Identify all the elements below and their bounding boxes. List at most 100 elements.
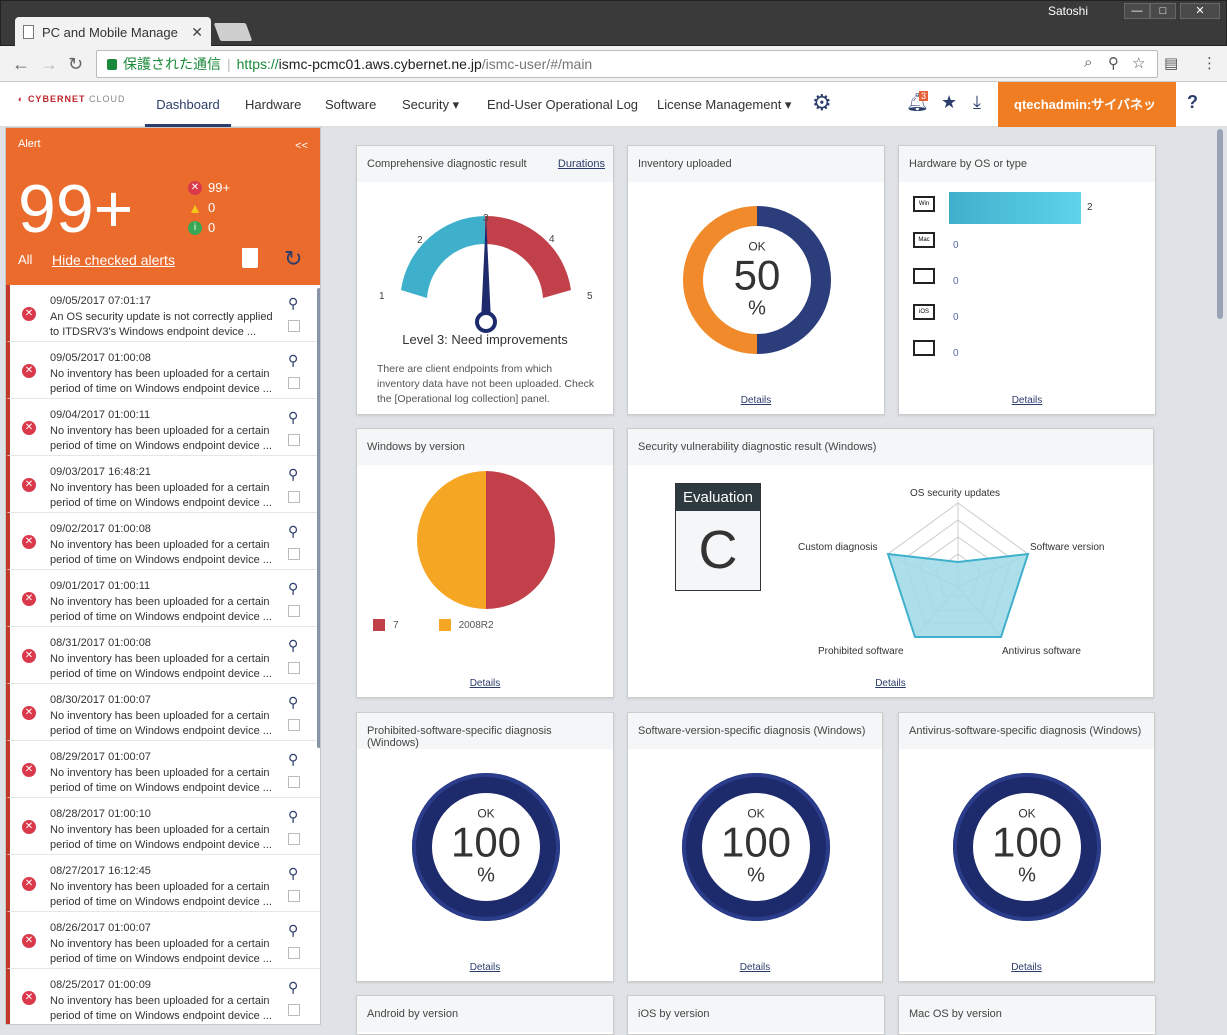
url-protocol: https://: [236, 56, 279, 72]
logo[interactable]: ◐ CYBERNET CLOUD: [18, 94, 125, 104]
alert-datetime: 09/05/2017 01:00:08: [50, 352, 151, 364]
bookmark-star-icon[interactable]: ☆: [1132, 54, 1145, 72]
details-link[interactable]: Details: [628, 678, 1153, 689]
nav-software[interactable]: Software: [325, 82, 376, 127]
alert-checkbox[interactable]: [288, 377, 300, 389]
alert-item[interactable]: ✕ 09/05/2017 07:01:17 An OS security updat…: [6, 285, 320, 342]
forward-icon[interactable]: →: [40, 54, 58, 75]
info-count[interactable]: i0: [188, 220, 215, 235]
nav-license[interactable]: License Management ▾: [657, 82, 791, 127]
browser-tab[interactable]: PC and Mobile Manage ✕: [15, 17, 211, 47]
alert-item[interactable]: ✕ 09/01/2017 01:00:11 No inventory has bee…: [6, 570, 320, 627]
panel-title: Hardware by OS or type: [909, 158, 1027, 170]
search-icon[interactable]: ⚲: [288, 580, 298, 597]
search-icon[interactable]: ⚲: [288, 751, 298, 768]
alert-item[interactable]: ✕ 09/05/2017 01:00:08 No inventory has bee…: [6, 342, 320, 399]
alert-item[interactable]: ✕ 08/25/2017 01:00:09 No inventory has bee…: [6, 969, 320, 1024]
maximize-button[interactable]: □: [1150, 3, 1176, 19]
details-link[interactable]: Details: [357, 678, 613, 689]
alert-checkbox[interactable]: [288, 719, 300, 731]
settings-gear-icon[interactable]: ⚙: [812, 90, 832, 116]
alert-checkbox[interactable]: [288, 947, 300, 959]
reload-icon[interactable]: ↻: [68, 54, 83, 75]
radar-axis-label: Antivirus software: [1002, 646, 1081, 657]
download-icon[interactable]: ⤓: [973, 92, 981, 113]
search-icon[interactable]: ⚲: [288, 352, 298, 369]
alert-item[interactable]: ✕ 09/02/2017 01:00:08 No inventory has bee…: [6, 513, 320, 570]
error-count[interactable]: ✕ 99+: [188, 180, 230, 195]
search-icon[interactable]: ⚲: [288, 922, 298, 939]
panel-title: Prohibited-software-specific diagnosis (…: [367, 725, 552, 749]
back-icon[interactable]: ←: [12, 54, 30, 75]
alert-item[interactable]: ✕ 08/28/2017 01:00:10 No inventory has bee…: [6, 798, 320, 855]
search-icon[interactable]: ⚲: [288, 694, 298, 711]
search-icon[interactable]: ⚲: [288, 979, 298, 996]
search-icon[interactable]: ⚲: [288, 466, 298, 483]
favorites-star-icon[interactable]: ★: [941, 92, 957, 113]
alert-item[interactable]: ✕ 08/30/2017 01:00:07 No inventory has bee…: [6, 684, 320, 741]
alert-item[interactable]: ✕ 09/03/2017 16:48:21 No inventory has bee…: [6, 456, 320, 513]
details-link[interactable]: Details: [357, 962, 613, 973]
alert-item[interactable]: ✕ 08/27/2017 16:12:45 No inventory has bee…: [6, 855, 320, 912]
error-icon: ✕: [22, 820, 36, 834]
alert-checkbox[interactable]: [288, 1004, 300, 1016]
help-icon[interactable]: ?: [1187, 92, 1198, 113]
minimize-button[interactable]: —: [1124, 3, 1150, 19]
address-bar[interactable]: 保護された通信 | https://ismc-pcmc01.aws.cybern…: [96, 50, 1158, 78]
sidebar-scrollbar[interactable]: [317, 288, 320, 748]
alert-checkbox[interactable]: [288, 548, 300, 560]
alert-item[interactable]: ✕ 09/04/2017 01:00:11 No inventory has bee…: [6, 399, 320, 456]
details-link[interactable]: Details: [628, 962, 882, 973]
nav-hardware[interactable]: Hardware: [245, 82, 301, 127]
collapse-sidebar-button[interactable]: <<: [295, 140, 308, 152]
panel-title: Software-version-specific diagnosis (Win…: [638, 725, 866, 737]
secure-label: 保護された通信: [123, 56, 221, 72]
alert-total: 99+: [18, 171, 134, 247]
profile-name[interactable]: Satoshi: [1048, 4, 1088, 18]
search-icon[interactable]: ⚲: [288, 637, 298, 654]
alert-datetime: 09/02/2017 01:00:08: [50, 523, 151, 535]
alert-item[interactable]: ✕ 08/26/2017 01:00:07 No inventory has bee…: [6, 912, 320, 969]
alert-checkbox[interactable]: [288, 662, 300, 674]
zoom-icon[interactable]: ⌕: [1084, 54, 1092, 71]
search-icon[interactable]: ⚲: [288, 808, 298, 825]
extension-icon[interactable]: ⚲: [1108, 54, 1119, 72]
alert-item[interactable]: ✕ 08/29/2017 01:00:07 No inventory has bee…: [6, 741, 320, 798]
details-link[interactable]: Details: [899, 962, 1154, 973]
details-link[interactable]: Details: [628, 395, 884, 406]
warning-count[interactable]: ▲ 0: [188, 200, 215, 215]
alert-checkbox[interactable]: [288, 491, 300, 503]
panel-inventory-uploaded: Inventory uploaded OK 50% Details: [627, 145, 885, 415]
search-icon[interactable]: ⚲: [288, 523, 298, 540]
close-tab-icon[interactable]: ✕: [191, 24, 203, 41]
search-icon[interactable]: ⚲: [288, 295, 298, 312]
alert-checkbox[interactable]: [288, 605, 300, 617]
alert-checkbox[interactable]: [288, 890, 300, 902]
menu-icon[interactable]: ⋮: [1202, 54, 1217, 72]
hide-checked-alerts-link[interactable]: Hide checked alerts: [52, 252, 175, 268]
lock-icon: [107, 58, 117, 70]
alert-checkbox[interactable]: [288, 833, 300, 845]
alert-item[interactable]: ✕ 08/31/2017 01:00:08 No inventory has bee…: [6, 627, 320, 684]
alert-datetime: 08/31/2017 01:00:08: [50, 637, 151, 649]
panel-antivirus-software: Antivirus-software-specific diagnosis (W…: [898, 712, 1155, 982]
new-tab-button[interactable]: [213, 23, 253, 41]
details-link[interactable]: Details: [899, 395, 1155, 406]
close-window-button[interactable]: ✕: [1180, 3, 1220, 19]
alert-message: No inventory has been uploaded for a cer…: [50, 653, 272, 680]
trash-icon[interactable]: [242, 248, 258, 268]
pdf-extension-icon[interactable]: ▤: [1164, 54, 1178, 72]
nav-security[interactable]: Security ▾: [402, 82, 459, 127]
refresh-icon[interactable]: ↻: [284, 246, 302, 272]
page-scrollbar[interactable]: [1217, 129, 1223, 319]
search-icon[interactable]: ⚲: [288, 865, 298, 882]
search-icon[interactable]: ⚲: [288, 409, 298, 426]
nav-dashboard[interactable]: Dashboard: [145, 82, 231, 127]
nav-end-user-log[interactable]: End-User Operational Log: [487, 82, 638, 127]
alert-checkbox[interactable]: [288, 320, 300, 332]
filter-all[interactable]: All: [18, 252, 32, 267]
alert-checkbox[interactable]: [288, 776, 300, 788]
alert-checkbox[interactable]: [288, 434, 300, 446]
durations-link[interactable]: Durations: [558, 158, 605, 170]
account-dropdown[interactable]: qtechadmin:サイバネット... ▾: [998, 82, 1176, 157]
